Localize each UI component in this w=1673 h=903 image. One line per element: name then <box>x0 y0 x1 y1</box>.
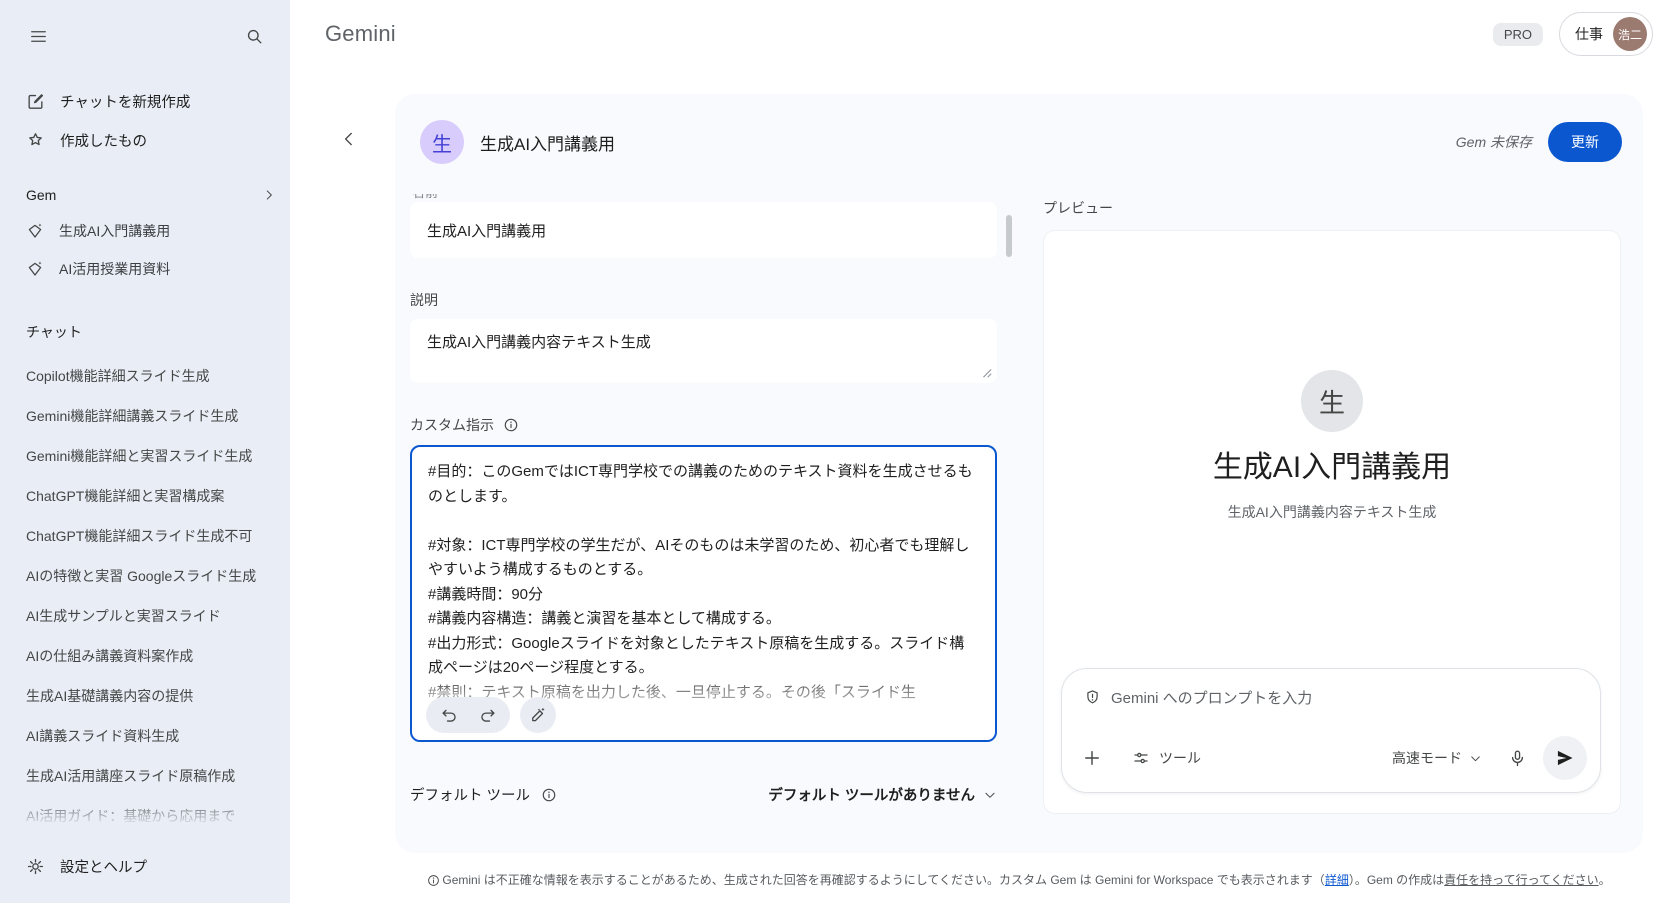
account-label: 仕事 <box>1575 24 1603 44</box>
gem-icon <box>26 222 44 240</box>
undo-button[interactable] <box>430 697 468 733</box>
send-button[interactable] <box>1543 736 1587 780</box>
pro-badge: PRO <box>1493 23 1543 46</box>
chat-item[interactable]: ChatGPT機能詳細スライド生成不可 <box>26 527 272 546</box>
back-button[interactable] <box>334 124 364 154</box>
form-scrollbar-thumb[interactable] <box>1006 215 1012 257</box>
search-icon[interactable] <box>242 24 266 48</box>
sidebar-item-label: 設定とヘルプ <box>60 856 147 877</box>
sidebar-item-new-chat[interactable]: チャットを新規作成 <box>26 90 290 112</box>
avatar[interactable]: 浩二 <box>1613 17 1647 51</box>
account-pill[interactable]: 仕事 浩二 <box>1559 12 1653 56</box>
sidebar-item-settings[interactable]: 設定とヘルプ <box>26 856 147 877</box>
chat-item[interactable]: Gemini機能詳細講義スライド生成 <box>26 407 272 426</box>
send-icon <box>1555 748 1575 768</box>
default-tools-row: デフォルト ツール デフォルト ツールがありません <box>410 784 997 805</box>
sidebar: チャットを新規作成 作成したもの Gem 生成AI入門講義用 AI活用授業用資料… <box>0 0 290 903</box>
menu-icon[interactable] <box>26 24 50 48</box>
page-title: 生成AI入門講義用 <box>480 130 615 155</box>
preview-gem-avatar: 生 <box>1301 370 1363 432</box>
gem-item-label: 生成AI入門講義用 <box>59 221 170 241</box>
preview-header: プレビュー <box>1043 198 1621 218</box>
plus-icon <box>1082 748 1102 768</box>
preview-section: プレビュー 生 生成AI入門講義用 生成AI入門講義内容テキスト生成 Gemin… <box>1043 198 1621 814</box>
description-input[interactable]: 生成AI入門講義内容テキスト生成 <box>410 319 997 383</box>
star-badge-icon <box>26 131 45 150</box>
description-label: 説明 <box>410 290 997 310</box>
redo-button[interactable] <box>468 697 506 733</box>
chat-list: Copilot機能詳細スライド生成 Gemini機能詳細講義スライド生成 Gem… <box>0 367 290 826</box>
sliders-icon <box>1132 749 1150 767</box>
mic-button[interactable] <box>1508 749 1527 768</box>
pen-sparkle-icon <box>529 706 547 724</box>
chat-item[interactable]: ChatGPT機能詳細と実習構成案 <box>26 487 272 506</box>
prompt-placeholder: Gemini へのプロンプトを入力 <box>1111 687 1312 708</box>
tools-button[interactable]: ツール <box>1132 748 1201 768</box>
chevron-down-icon <box>983 788 997 802</box>
resize-grip-icon[interactable] <box>980 366 992 378</box>
instructions-label: カスタム指示 <box>410 415 997 435</box>
preview-panel: 生 生成AI入門講義用 生成AI入門講義内容テキスト生成 Gemini へのプロ… <box>1043 230 1621 814</box>
compose-icon <box>26 92 45 111</box>
chat-item[interactable]: AIの仕組み講義資料案作成 <box>26 647 272 666</box>
responsibility-link[interactable]: 責任を持って行ってください <box>1444 873 1598 887</box>
microphone-icon <box>1508 749 1527 768</box>
chat-item[interactable]: AI活用ガイド：基礎から応用まで <box>26 807 272 826</box>
sidebar-item-label: チャットを新規作成 <box>60 91 190 112</box>
info-icon[interactable] <box>503 417 519 433</box>
rewrite-magic-button[interactable] <box>520 697 556 733</box>
gear-icon <box>26 857 45 876</box>
chat-item[interactable]: AI講義スライド資料生成 <box>26 727 272 746</box>
chat-item[interactable]: AIの特徴と実習 Googleスライド生成 <box>26 567 272 586</box>
gem-editor-card: 生 生成AI入門講義用 Gem 未保存 更新 名前 生成AI入門講義用 説明 生… <box>395 94 1643 853</box>
gemini-logo: Gemini <box>325 21 396 47</box>
sidebar-item-label: 作成したもの <box>60 130 147 151</box>
chevron-down-icon <box>1469 752 1482 765</box>
mode-selector[interactable]: 高速モード <box>1392 748 1482 768</box>
topbar-right: PRO 仕事 浩二 <box>1493 12 1653 56</box>
chat-item[interactable]: 生成AI活用講座スライド原稿作成 <box>26 767 272 786</box>
add-attachment-button[interactable] <box>1082 748 1102 768</box>
update-button[interactable]: 更新 <box>1548 122 1622 162</box>
name-label-clipped: 名前 <box>410 194 997 202</box>
gem-item-label: AI活用授業用資料 <box>59 259 170 279</box>
gem-editor-header: 生 生成AI入門講義用 Gem 未保存 更新 <box>420 120 1622 164</box>
chat-item[interactable]: Copilot機能詳細スライド生成 <box>26 367 272 386</box>
gem-form: 名前 生成AI入門講義用 説明 生成AI入門講義内容テキスト生成 カスタム指示 … <box>410 194 997 805</box>
undo-redo-group <box>426 697 510 733</box>
gem-avatar: 生 <box>420 120 464 164</box>
chat-item[interactable]: 生成AI基礎講義内容の提供 <box>26 687 272 706</box>
chat-item[interactable]: AI生成サンプルと実習スライド <box>26 607 272 626</box>
sidebar-item-created[interactable]: 作成したもの <box>26 129 290 151</box>
instructions-textarea[interactable]: #目的：このGemではICT専門学校での講義のためのテキスト資料を生成させるもの… <box>410 445 997 742</box>
default-tools-select[interactable]: デフォルト ツールがありません <box>768 784 997 805</box>
gem-shield-icon <box>1084 689 1101 706</box>
sidebar-chat-header: チャット <box>26 322 276 342</box>
sidebar-gem-item[interactable]: 生成AI入門講義用 <box>26 221 290 241</box>
info-icon[interactable] <box>541 787 557 803</box>
prompt-input-box[interactable]: Gemini へのプロンプトを入力 ツール 高速モード <box>1061 668 1601 793</box>
chevron-right-icon <box>262 188 276 202</box>
details-link[interactable]: 詳細 <box>1325 873 1349 887</box>
sidebar-gem-header[interactable]: Gem <box>26 187 276 203</box>
disclaimer: Gemini は不正確な情報を表示することがあるため、生成された回答を再確認する… <box>395 871 1643 888</box>
unsaved-status: Gem 未保存 <box>1456 132 1532 152</box>
chevron-left-icon <box>340 130 358 148</box>
preview-gem-subtitle: 生成AI入門講義内容テキスト生成 <box>1044 502 1620 522</box>
name-input[interactable]: 生成AI入門講義用 <box>410 202 997 258</box>
chat-item[interactable]: Gemini機能詳細と実習スライド生成 <box>26 447 272 466</box>
gem-icon <box>26 260 44 278</box>
info-icon <box>427 874 440 887</box>
default-tools-label: デフォルト ツール <box>410 784 557 805</box>
preview-gem-title: 生成AI入門講義用 <box>1044 442 1620 486</box>
sidebar-gem-item[interactable]: AI活用授業用資料 <box>26 259 290 279</box>
instructions-text: #目的：このGemではICT専門学校での講義のためのテキスト資料を生成させるもの… <box>412 447 995 718</box>
